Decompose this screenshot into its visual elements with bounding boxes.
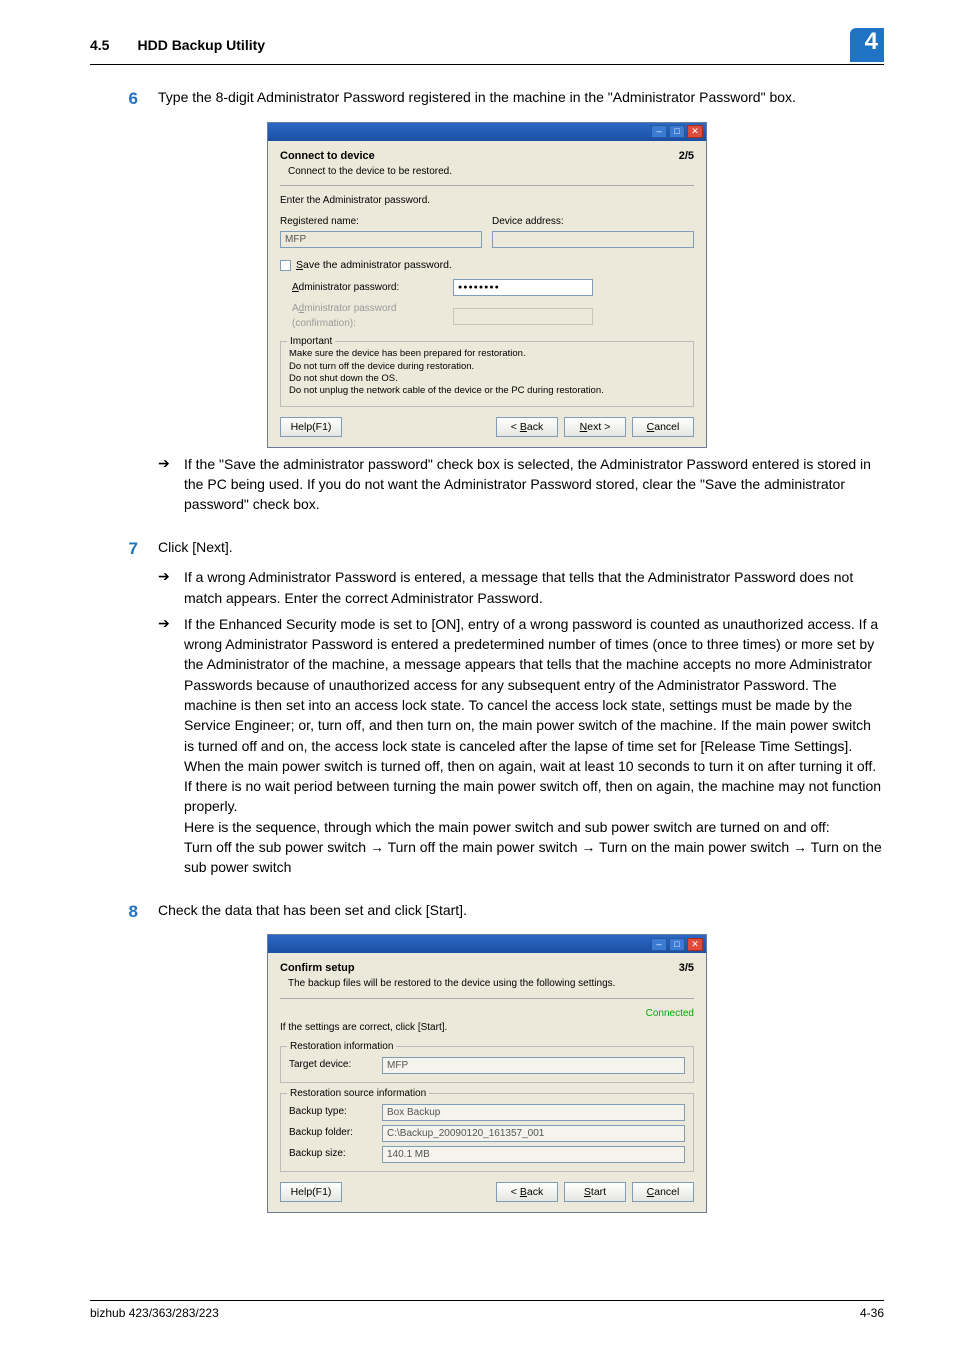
back-button[interactable]: < Back — [496, 1182, 558, 1202]
backup-size-value: 140.1 MB — [382, 1146, 685, 1163]
bullet-text: If a wrong Administrator Password is ent… — [184, 567, 884, 608]
target-device-value: MFP — [382, 1057, 685, 1074]
important-line: Do not turn off the device during restor… — [289, 361, 685, 373]
step-number: 8 — [90, 900, 138, 925]
backup-type-value: Box Backup — [382, 1104, 685, 1121]
restoration-info-legend: Restoration information — [287, 1040, 396, 1055]
arrow-icon: ➔ — [158, 614, 174, 634]
help-button[interactable]: Help(F1) — [280, 1182, 342, 1202]
backup-folder-label: Backup folder: — [289, 1126, 374, 1141]
close-icon[interactable]: ✕ — [687, 125, 703, 138]
step-text: Type the 8-digit Administrator Password … — [158, 87, 884, 107]
important-line: Make sure the device has been prepared f… — [289, 348, 685, 360]
wizard-step: 2/5 — [679, 149, 694, 165]
cancel-button[interactable]: Cancel — [632, 417, 694, 437]
titlebar: – □ ✕ — [268, 935, 706, 953]
save-password-checkbox[interactable] — [280, 260, 291, 271]
start-button[interactable]: Start — [564, 1182, 626, 1202]
close-icon[interactable]: ✕ — [687, 938, 703, 951]
registered-name-label: Registered name: — [280, 215, 482, 230]
step-number: 7 — [90, 537, 138, 562]
minimize-icon[interactable]: – — [651, 938, 667, 951]
device-address-label: Device address: — [492, 215, 694, 230]
maximize-icon[interactable]: □ — [669, 938, 685, 951]
bullet-text: If the "Save the administrator password"… — [184, 454, 884, 515]
minimize-icon[interactable]: – — [651, 125, 667, 138]
source-info-frame: Restoration source information Backup ty… — [280, 1093, 694, 1172]
back-button[interactable]: < Back — [496, 417, 558, 437]
backup-folder-value: C:\Backup_20090120_161357_001 — [382, 1125, 685, 1142]
titlebar: – □ ✕ — [268, 123, 706, 141]
footer-page: 4-36 — [860, 1305, 884, 1322]
backup-size-label: Backup size: — [289, 1147, 374, 1162]
connect-device-dialog: – □ ✕ Connect to device Connect to the d… — [267, 122, 707, 448]
wizard-step: 3/5 — [679, 961, 694, 977]
arrow-icon: ➔ — [158, 454, 174, 474]
page-footer: bizhub 423/363/283/223 4-36 — [90, 1300, 884, 1322]
admin-password-confirm-label: Administrator password (confirmation): — [292, 302, 447, 331]
important-line: Do not unplug the network cable of the d… — [289, 385, 685, 397]
step-text: Check the data that has been set and cli… — [158, 900, 884, 920]
maximize-icon[interactable]: □ — [669, 125, 685, 138]
bullet-text: If the Enhanced Security mode is set to … — [184, 614, 884, 878]
restoration-info-frame: Restoration information Target device: M… — [280, 1046, 694, 1083]
admin-password-confirm-field — [453, 308, 593, 325]
confirm-setup-dialog: – □ ✕ Confirm setup The backup files wil… — [267, 934, 707, 1212]
step-text: Click [Next]. — [158, 537, 884, 557]
admin-password-label: Administrator password: — [292, 281, 447, 296]
backup-type-label: Backup type: — [289, 1105, 374, 1120]
target-device-label: Target device: — [289, 1058, 374, 1073]
footer-model: bizhub 423/363/283/223 — [90, 1305, 219, 1322]
important-line: Do not shut down the OS. — [289, 373, 685, 385]
step-number: 6 — [90, 87, 138, 112]
save-password-label: Save the administrator password. — [296, 258, 452, 273]
arrow-icon: ➔ — [158, 567, 174, 587]
enter-password-prompt: Enter the Administrator password. — [280, 194, 694, 209]
dialog-title: Confirm setup — [280, 961, 615, 977]
next-button[interactable]: Next > — [564, 417, 626, 437]
dialog-title: Connect to device — [280, 149, 452, 165]
chapter-badge: 4 — [850, 28, 884, 62]
dialog-subtitle: Connect to the device to be restored. — [280, 165, 452, 180]
registered-name-field: MFP — [280, 231, 482, 248]
source-info-legend: Restoration source information — [287, 1087, 429, 1102]
page-header: 4.5 HDD Backup Utility 4 — [90, 28, 884, 65]
help-button[interactable]: Help(F1) — [280, 417, 342, 437]
cancel-button[interactable]: Cancel — [632, 1182, 694, 1202]
important-frame: Important Make sure the device has been … — [280, 341, 694, 406]
section-number: 4.5 — [90, 35, 109, 55]
device-address-field — [492, 231, 694, 248]
connected-status: Connected — [280, 1007, 694, 1022]
confirm-hint: If the settings are correct, click [Star… — [280, 1021, 694, 1036]
important-legend: Important — [287, 335, 335, 350]
section-title: HDD Backup Utility — [137, 35, 265, 55]
admin-password-field[interactable]: ●●●●●●●● — [453, 279, 593, 296]
dialog-subtitle: The backup files will be restored to the… — [280, 977, 615, 992]
